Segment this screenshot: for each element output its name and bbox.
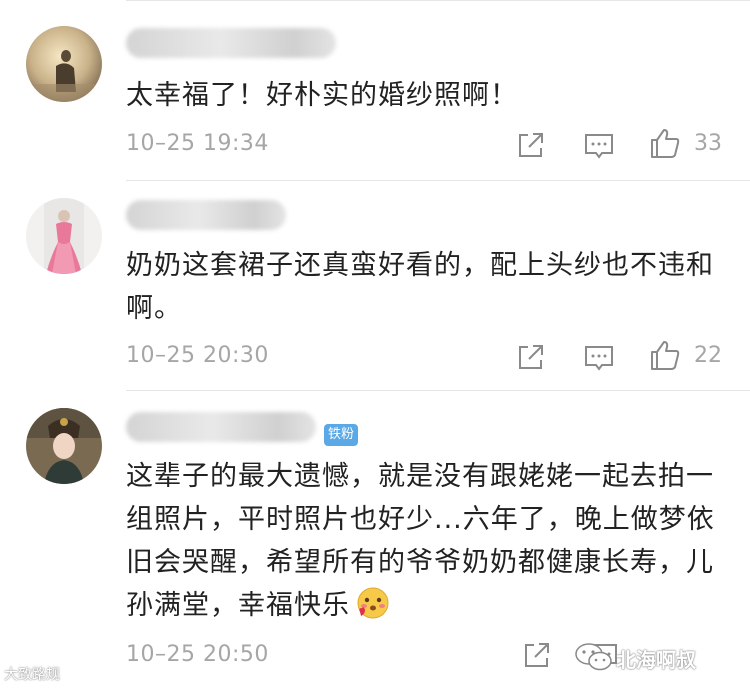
like-count: 33 [694,131,722,156]
comment-item: 太幸福了！好朴实的婚纱照啊！ 10–25 19:34 33 [0,0,750,180]
comment-timestamp: 10–25 20:30 [126,343,269,368]
comment-text: 奶奶这套裙子还真蛮好看的，配上头纱也不违和啊。 [126,250,714,324]
watermark-left: 大致路规 [4,667,60,683]
thumbs-up-icon[interactable] [648,126,682,160]
blush-emoji-icon [357,587,389,619]
watermark-right: 北海啊叔 [616,648,696,672]
comment-icon[interactable] [582,340,616,374]
comment-divider [126,180,750,181]
comment-icon[interactable] [582,128,616,162]
comment-timestamp: 10–25 19:34 [126,131,269,156]
wechat-icon [575,643,612,671]
comment-text: 太幸福了！好朴实的婚纱照啊！ [126,80,518,111]
share-icon[interactable] [520,638,554,672]
comment-text: 这辈子的最大遗憾，就是没有跟姥姥一起去拍一组照片，平时照片也好少...六年了，晚… [126,455,716,627]
comment-timestamp: 10–25 20:50 [126,642,269,667]
username-blurred[interactable] [126,28,336,58]
like-count: 22 [694,343,722,368]
fan-badge: 铁粉 [324,424,359,446]
username-blurred[interactable] [126,200,286,230]
avatar[interactable] [26,26,102,102]
thumbs-up-icon[interactable] [648,338,682,372]
comment-text-content: 这辈子的最大遗憾，就是没有跟姥姥一起去拍一组照片，平时照片也好少...六年了，晚… [126,461,715,621]
comment-divider [126,390,750,391]
share-icon[interactable] [514,340,548,374]
share-icon[interactable] [514,128,548,162]
username-blurred[interactable] [126,412,316,442]
avatar[interactable] [26,198,102,274]
avatar[interactable] [26,408,102,484]
